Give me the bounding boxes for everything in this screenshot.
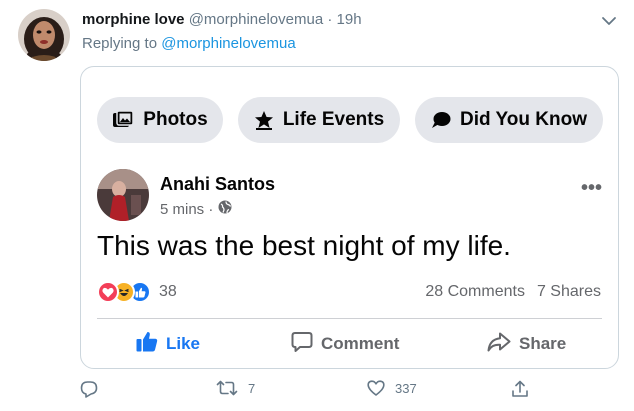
replying-to: Replying to @morphinelovemua [82, 35, 296, 52]
share-arrow-icon [487, 332, 511, 357]
reaction-count: 38 [159, 283, 177, 300]
author-name[interactable]: morphine love [82, 11, 185, 28]
tweet-header: morphine love @morphinelovemua · 19h [82, 11, 362, 28]
did-you-know-pill: Did You Know [415, 97, 603, 143]
reply-icon [80, 380, 98, 398]
did-you-know-label: Did You Know [459, 109, 587, 130]
chevron-down-icon[interactable] [600, 12, 618, 30]
attached-image[interactable]: Photos Life Events Did You Know Anahi Sa… [80, 66, 619, 369]
retweet-count: 7 [248, 380, 256, 396]
post-text: This was the best night of my life. [97, 230, 511, 261]
share-icon [511, 380, 529, 398]
retweet-icon [216, 380, 238, 396]
reaction-summary: 38 [97, 280, 177, 304]
tweet-timestamp[interactable]: 19h [337, 11, 362, 28]
photos-label: Photos [143, 109, 208, 130]
thumbs-up-icon [136, 331, 158, 357]
star-icon [254, 110, 274, 130]
replying-mention-link[interactable]: @morphinelovemua [161, 35, 295, 52]
life-events-pill: Life Events [238, 97, 400, 143]
retweet-button[interactable]: 7 [216, 380, 255, 396]
post-stats: 28 Comments 7 Shares [425, 283, 601, 301]
card-divider [97, 318, 602, 319]
photos-icon [112, 110, 135, 130]
like-count: 337 [395, 380, 417, 396]
replying-label: Replying to [82, 35, 158, 52]
post-time: 5 mins · [160, 200, 214, 218]
speech-bubble-icon [431, 111, 451, 129]
photos-pill: Photos [97, 97, 223, 143]
fb-comment-action: Comment [291, 331, 399, 357]
comments-count: 28 Comments [425, 283, 525, 300]
fb-like-action: Like [136, 331, 200, 357]
love-reaction-icon [97, 281, 119, 303]
comment-bubble-icon [291, 331, 313, 358]
like-button[interactable]: 337 [367, 380, 417, 396]
fb-share-action: Share [487, 331, 566, 357]
poster-avatar [97, 169, 149, 221]
fb-share-label: Share [519, 334, 567, 353]
heart-icon [367, 380, 385, 396]
author-handle[interactable]: @morphinelovemua [189, 11, 323, 28]
globe-icon [218, 200, 232, 218]
reply-button[interactable] [80, 380, 108, 398]
life-events-label: Life Events [282, 109, 385, 130]
author-avatar[interactable] [18, 9, 70, 61]
post-meta: 5 mins · [160, 200, 232, 218]
separator-dot: · [327, 11, 333, 28]
shares-count: 7 Shares [536, 283, 601, 300]
poster-name: Anahi Santos [160, 174, 276, 194]
fb-comment-label: Comment [321, 334, 400, 353]
more-options-icon: ••• [581, 177, 603, 199]
share-button[interactable] [511, 380, 529, 398]
fb-like-label: Like [166, 334, 201, 353]
